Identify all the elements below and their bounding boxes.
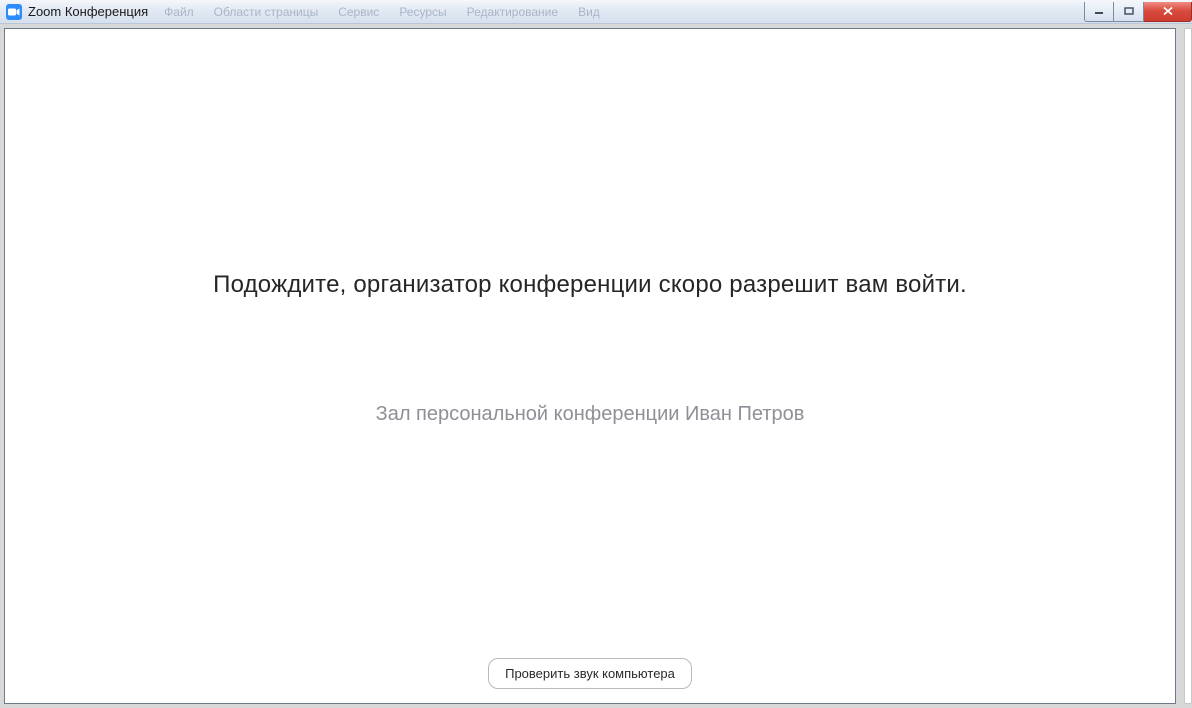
- menu-item-page-areas[interactable]: Области страницы: [204, 0, 329, 24]
- maximize-button[interactable]: [1114, 2, 1144, 22]
- waiting-message-block: Подождите, организатор конференции скоро…: [5, 271, 1175, 426]
- titlebar: Zoom Конференция Файл Области страницы С…: [0, 0, 1192, 24]
- menubar: Файл Области страницы Сервис Ресурсы Ред…: [154, 0, 1084, 24]
- menu-item-file[interactable]: Файл: [154, 0, 204, 24]
- client-wrap: Подождите, организатор конференции скоро…: [0, 24, 1192, 708]
- zoom-app-icon: [6, 4, 22, 20]
- window-controls: [1084, 2, 1192, 22]
- close-button[interactable]: [1144, 2, 1192, 22]
- menu-item-service[interactable]: Сервис: [328, 0, 389, 24]
- check-audio-button[interactable]: Проверить звук компьютера: [488, 658, 692, 689]
- menu-item-edit[interactable]: Редактирование: [457, 0, 568, 24]
- minimize-button[interactable]: [1084, 2, 1114, 22]
- vertical-scrollbar[interactable]: [1184, 28, 1192, 704]
- waiting-message: Подождите, организатор конференции скоро…: [5, 271, 1175, 299]
- window-title: Zoom Конференция: [28, 4, 148, 19]
- footer-area: Проверить звук компьютера: [5, 658, 1175, 689]
- room-label: Зал персональной конференции Иван Петров: [5, 403, 1175, 426]
- menu-item-resources[interactable]: Ресурсы: [389, 0, 456, 24]
- waiting-room-panel: Подождите, организатор конференции скоро…: [4, 28, 1176, 704]
- menu-item-view[interactable]: Вид: [568, 0, 610, 24]
